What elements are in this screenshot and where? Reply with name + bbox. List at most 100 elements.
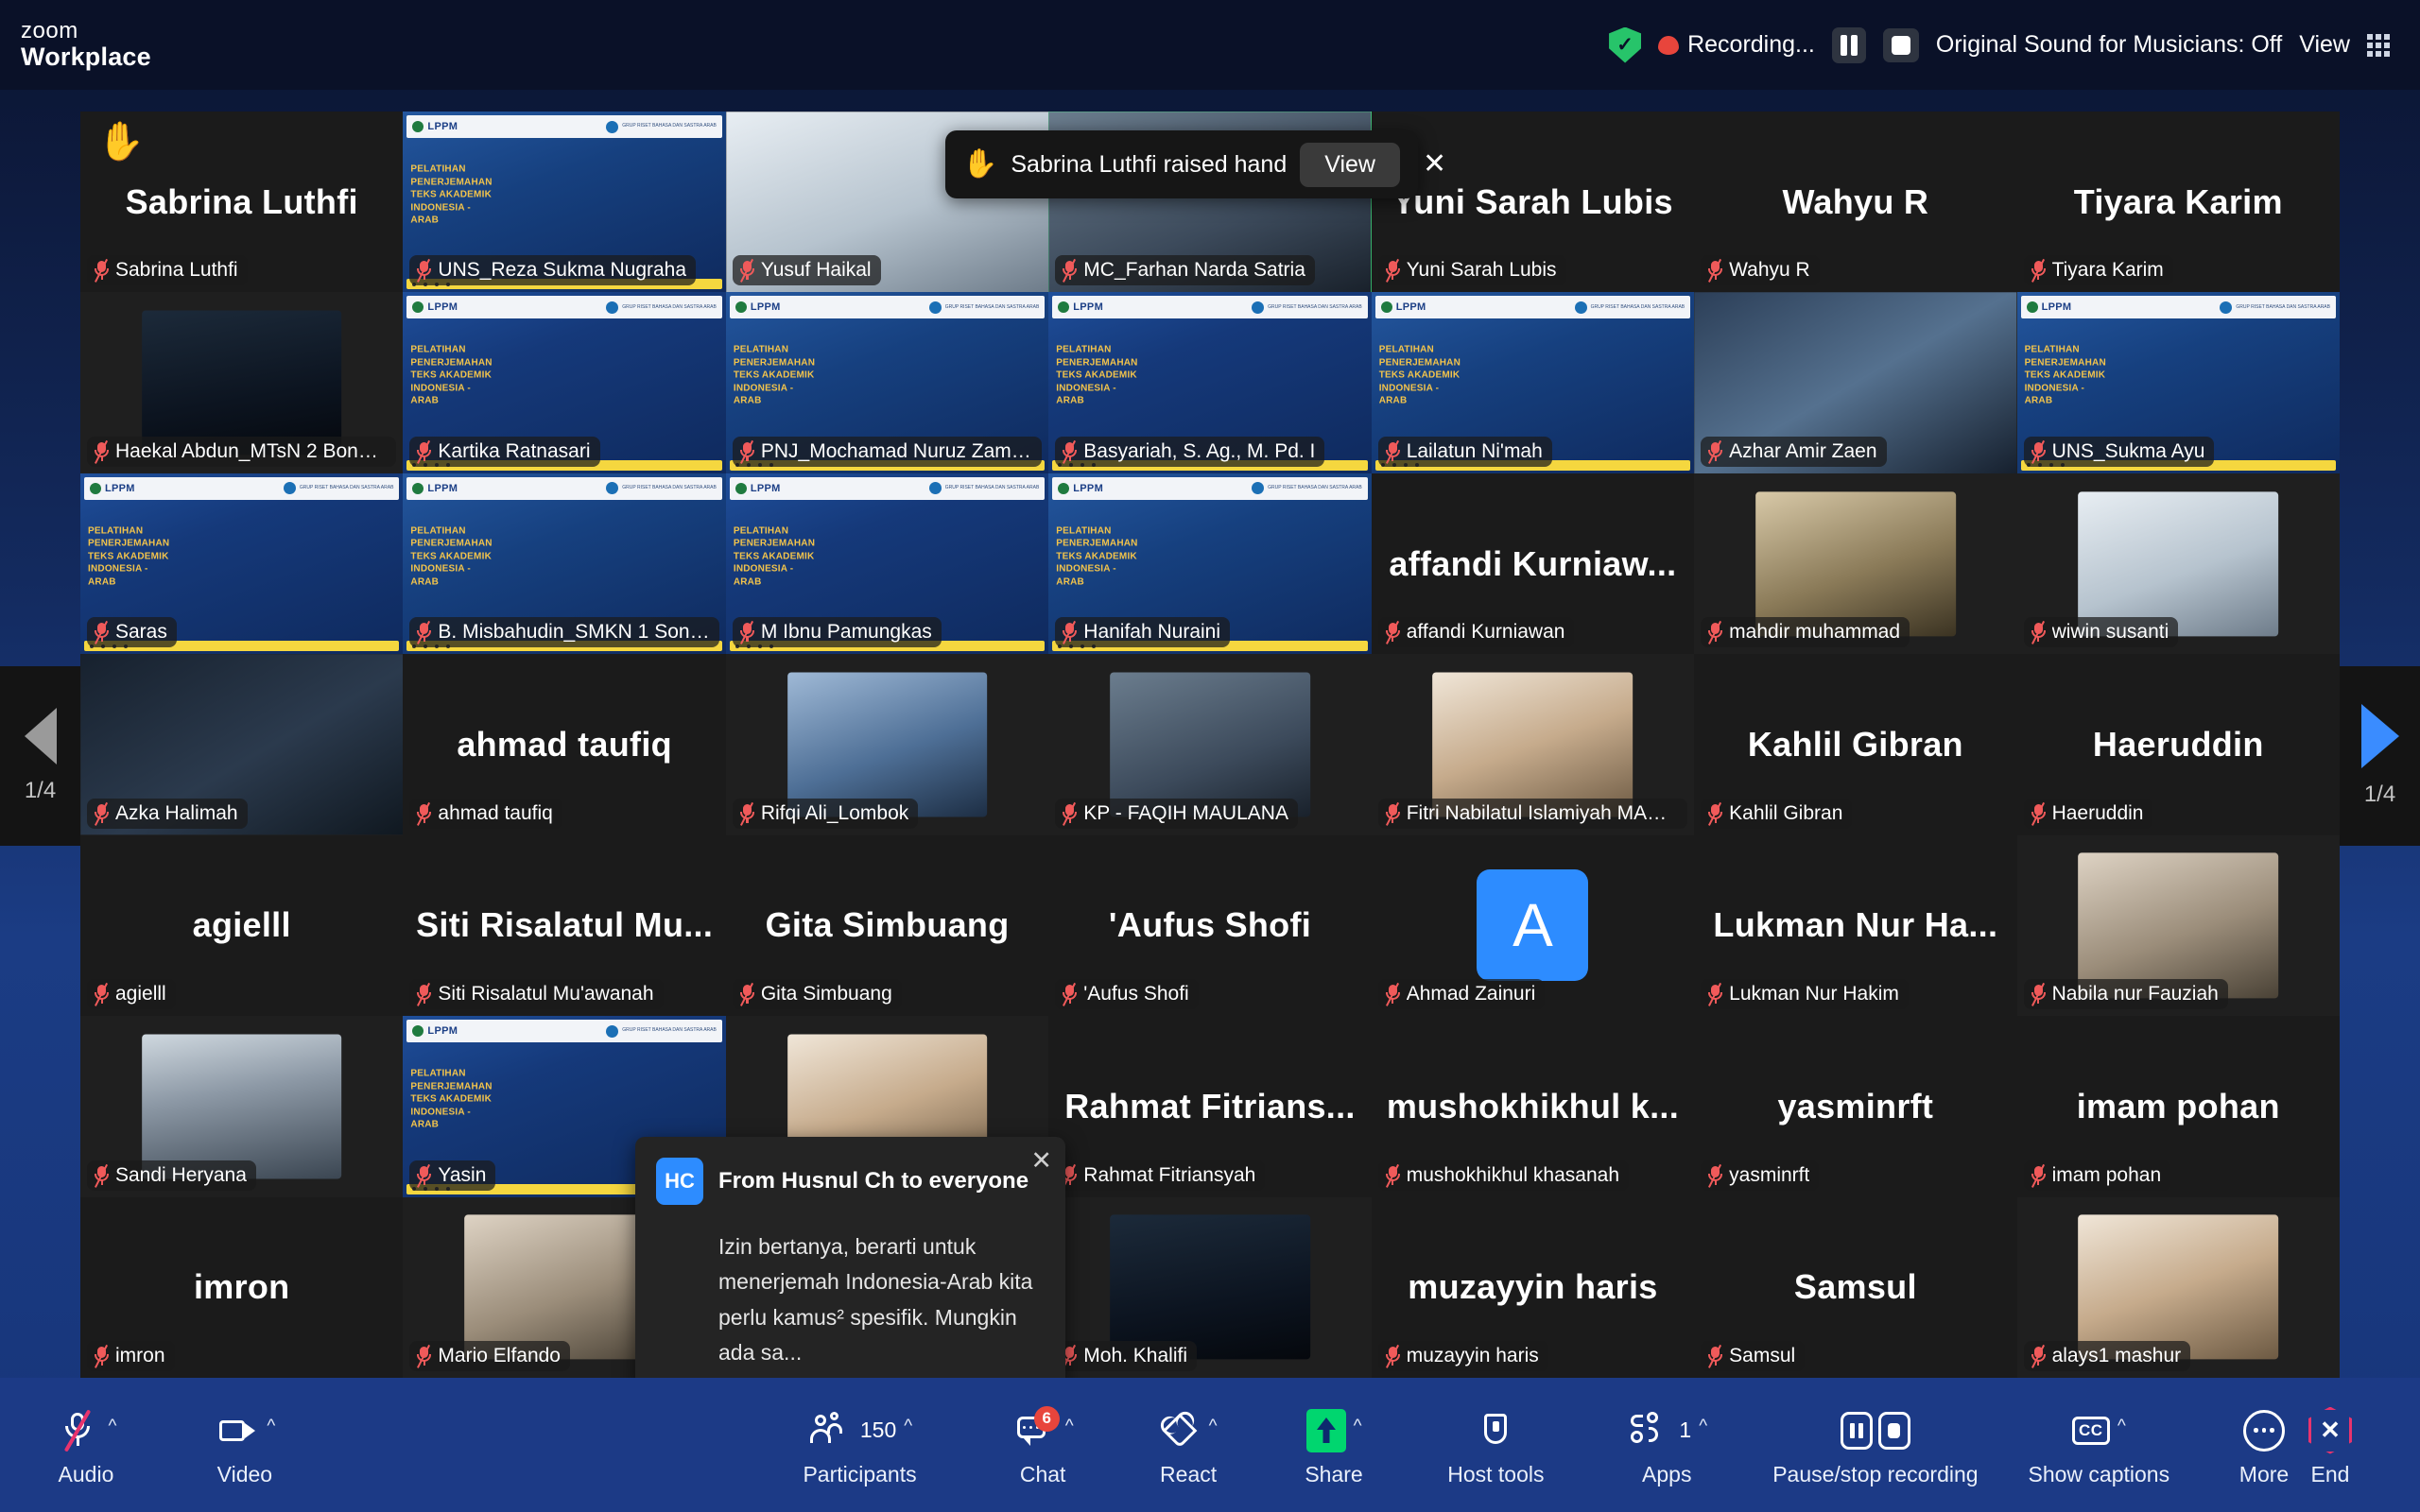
share-button[interactable]: ^ Share (1301, 1403, 1367, 1487)
participant-tile[interactable]: Rifqi Ali_Lombok (725, 654, 1049, 835)
participant-display-name: Rahmat Fitrians... (1064, 1086, 1356, 1125)
participant-tile[interactable]: KP - FAQIH MAULANA (1048, 654, 1372, 835)
raised-hand-view-button[interactable]: View (1300, 142, 1400, 187)
participant-tile[interactable]: Gita Simbuang Gita Simbuang (725, 834, 1049, 1017)
more-button[interactable]: More (2231, 1403, 2297, 1487)
participant-tile[interactable]: A Ahmad Zainuri (1371, 834, 1695, 1017)
participant-tile[interactable]: alays1 mashur (2016, 1196, 2340, 1378)
participants-caret-icon[interactable]: ^ (904, 1418, 912, 1435)
participant-tile[interactable]: Samsul Samsul (1694, 1196, 2017, 1378)
uns-logo-icon (2220, 301, 2233, 314)
raised-hand-close-icon[interactable]: ✕ (1413, 150, 1456, 179)
slide-header: LPPM GRUP RISET BAHASA DAN SASTRA ARAB (406, 1020, 722, 1043)
participant-tile[interactable]: LPPM GRUP RISET BAHASA DAN SASTRA ARAB PEL… (403, 112, 726, 293)
original-sound-status[interactable]: Original Sound for Musicians: Off (1936, 31, 2282, 59)
microphone-muted-icon (1707, 1163, 1723, 1188)
participant-name-text: MC_Farhan Narda Satria (1083, 259, 1305, 282)
chat-button[interactable]: 6 ^ Chat (1010, 1403, 1076, 1487)
grid-view-icon[interactable] (2367, 33, 2390, 57)
participant-tile[interactable]: LPPM GRUP RISET BAHASA DAN SASTRA ARAB PEL… (403, 292, 726, 473)
participant-tile[interactable]: Tiyara Karim Tiyara Karim (2016, 112, 2340, 293)
participant-tile[interactable]: Haekal Abdun_MTsN 2 Bondo... (80, 292, 404, 473)
participant-tile[interactable]: Kahlil Gibran Kahlil Gibran (1694, 654, 2017, 835)
chat-caret-icon[interactable]: ^ (1065, 1418, 1074, 1435)
participant-tile[interactable]: LPPM GRUP RISET BAHASA DAN SASTRA ARAB PEL… (1048, 292, 1372, 473)
apps-caret-icon[interactable]: ^ (1699, 1418, 1707, 1435)
participant-tile[interactable]: Wahyu R Wahyu R (1694, 112, 2017, 293)
audio-button[interactable]: ^ Audio (53, 1403, 119, 1487)
participant-name-label: Azka Halimah (87, 798, 248, 829)
participant-photo (1432, 672, 1634, 817)
participant-tile[interactable]: Haeruddin Haeruddin (2016, 654, 2340, 835)
participant-tile[interactable]: Siti Risalatul Mu... Siti Risalatul Mu'aw… (403, 834, 726, 1017)
next-page-button[interactable]: 1/4 (2340, 666, 2420, 846)
audio-caret-icon[interactable]: ^ (108, 1418, 116, 1435)
pause-recording-button[interactable] (1831, 26, 1866, 63)
participant-tile[interactable]: Nabila nur Fauziah (2016, 834, 2340, 1017)
stop-recording-button[interactable] (1882, 27, 1919, 62)
participant-tile[interactable]: LPPM GRUP RISET BAHASA DAN SASTRA ARAB PEL… (1371, 292, 1695, 473)
slide-title: PELATIHAN PENERJEMAHAN TEKS AKADEMIK INDONE… (2024, 344, 2106, 406)
participant-tile[interactable]: Fitri Nabilatul Islamiyah MAM... (1371, 654, 1695, 835)
participant-tile[interactable]: Azka Halimah (80, 654, 404, 835)
participant-name-label: yasminrft (1701, 1160, 1820, 1191)
participant-tile[interactable]: LPPM GRUP RISET BAHASA DAN SASTRA ARAB PEL… (725, 292, 1049, 473)
microphone-muted-icon (94, 439, 110, 464)
participants-button[interactable]: 150 ^ Participants (803, 1403, 917, 1487)
participant-display-name: mushokhikhul k... (1386, 1086, 1679, 1125)
apps-button[interactable]: 1 ^ Apps (1629, 1403, 1707, 1487)
participant-name-text: Kahlil Gibran (1729, 801, 1843, 824)
participant-tile[interactable]: affandi Kurniaw... affandi Kurniawan (1371, 472, 1695, 655)
react-button[interactable]: ^ React (1155, 1403, 1221, 1487)
stop-icon[interactable] (1877, 1411, 1910, 1450)
participant-tile[interactable]: Azhar Amir Zaen (1694, 292, 2017, 473)
participant-tile[interactable]: agielll agielll (80, 834, 404, 1017)
participant-tile[interactable]: wiwin susanti (2016, 472, 2340, 655)
participant-tile[interactable]: imam pohan imam pohan (2016, 1016, 2340, 1197)
microphone-muted-icon (1385, 259, 1401, 284)
end-meeting-button[interactable]: ✕ End (2297, 1403, 2363, 1487)
shield-check-icon[interactable]: ✓ (1609, 26, 1642, 63)
video-button[interactable]: ^ Video (212, 1403, 278, 1487)
participant-tile[interactable]: Sandi Heryana (80, 1016, 404, 1197)
participant-tile[interactable]: Lukman Nur Ha... Lukman Nur Hakim (1694, 834, 2017, 1017)
recording-status[interactable]: Recording... (1658, 31, 1815, 59)
participant-tile[interactable]: Yuni Sarah Lubis Yuni Sarah Lubis (1371, 112, 1695, 293)
participant-tile[interactable]: mahdir muhammad (1694, 472, 2017, 655)
captions-caret-icon[interactable]: ^ (2118, 1418, 2126, 1435)
microphone-muted-icon (1385, 1163, 1401, 1188)
participant-tile[interactable]: ahmad taufiq ahmad taufiq (403, 654, 726, 835)
slide-title: PELATIHAN PENERJEMAHAN TEKS AKADEMIK INDONE… (733, 344, 816, 406)
chat-popup-close-icon[interactable]: ✕ (1030, 1146, 1052, 1176)
participant-tile[interactable]: imron imron (80, 1196, 404, 1378)
share-caret-icon[interactable]: ^ (1354, 1418, 1362, 1435)
participant-display-name: Samsul (1793, 1267, 1917, 1307)
participant-tile[interactable]: muzayyin haris muzayyin haris (1371, 1196, 1695, 1378)
microphone-muted-icon (739, 983, 755, 1007)
participant-name-label: Rahmat Fitriansyah (1055, 1160, 1266, 1191)
participant-tile[interactable]: LPPM GRUP RISET BAHASA DAN SASTRA ARAB PEL… (2016, 292, 2340, 473)
participant-tile[interactable]: LPPM GRUP RISET BAHASA DAN SASTRA ARAB PEL… (403, 472, 726, 655)
end-call-icon: ✕ (2308, 1406, 2352, 1454)
host-tools-button[interactable]: Host tools (1447, 1403, 1544, 1487)
more-label: More (2238, 1461, 2290, 1486)
participant-tile[interactable]: Moh. Khalifi (1048, 1196, 1372, 1378)
pause-stop-recording-button[interactable]: Pause/stop recording (1772, 1403, 1979, 1487)
participant-name-label: Sabrina Luthfi (87, 255, 248, 286)
participant-tile[interactable]: LPPM GRUP RISET BAHASA DAN SASTRA ARAB PEL… (1048, 472, 1372, 655)
prev-page-button[interactable]: 1/4 (0, 666, 80, 846)
pause-icon[interactable] (1840, 1411, 1873, 1450)
participant-tile[interactable]: Sabrina Luthfi ✋ Sabrina Luthfi (80, 112, 404, 293)
view-button[interactable]: View (2299, 31, 2350, 59)
participant-tile[interactable]: yasminrft yasminrft (1694, 1016, 2017, 1197)
audio-label: Audio (58, 1461, 114, 1486)
participant-tile[interactable]: LPPM GRUP RISET BAHASA DAN SASTRA ARAB PEL… (80, 472, 404, 655)
show-captions-button[interactable]: CC ^ Show captions (2028, 1403, 2169, 1487)
participant-tile[interactable]: 'Aufus Shofi 'Aufus Shofi (1048, 834, 1372, 1017)
video-caret-icon[interactable]: ^ (267, 1418, 275, 1435)
participant-tile[interactable]: mushokhikhul k... mushokhikhul khasanah (1371, 1016, 1695, 1197)
react-caret-icon[interactable]: ^ (1209, 1418, 1218, 1435)
participant-tile[interactable]: LPPM GRUP RISET BAHASA DAN SASTRA ARAB PEL… (725, 472, 1049, 655)
participant-tile[interactable]: Rahmat Fitrians... Rahmat Fitriansyah (1048, 1016, 1372, 1197)
participant-name-label: PNJ_Mochamad Nuruz Zaman (732, 436, 1043, 467)
